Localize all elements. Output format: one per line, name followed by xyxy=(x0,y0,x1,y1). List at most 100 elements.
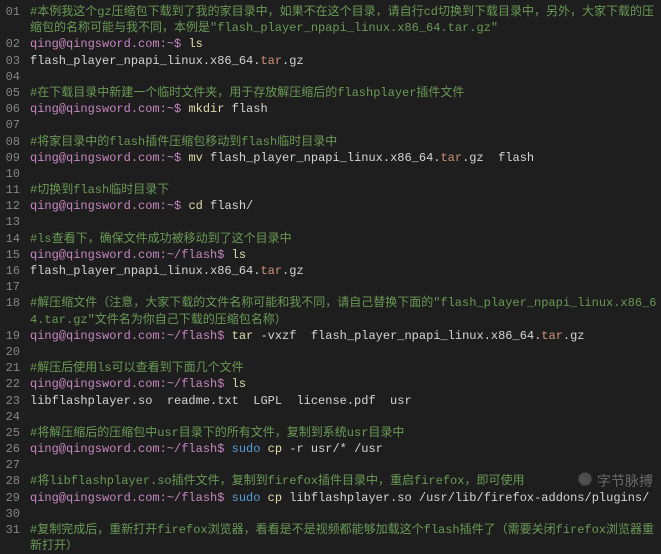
code-line: 24 xyxy=(0,409,661,425)
token-cmd: ls xyxy=(232,377,246,391)
line-content: #解压后使用ls可以查看到下面几个文件 xyxy=(30,360,657,376)
line-number: 03 xyxy=(4,53,30,69)
line-number: 25 xyxy=(4,425,30,441)
token-prm: qing@qingsword.com:~/flash$ xyxy=(30,377,232,391)
token-cmt: #解压缩文件（注意，大家下载的文件名称可能和我不同，请自己替换下面的"flash… xyxy=(30,296,656,326)
token-cmt: #解压后使用ls可以查看到下面几个文件 xyxy=(30,361,244,375)
token-pln: .gz xyxy=(282,264,304,278)
line-content: #本例我这个gz压缩包下载到了我的家目录中，如果不在这个目录，请自行cd切换到下… xyxy=(30,4,657,36)
line-number: 19 xyxy=(4,328,30,344)
line-number: 10 xyxy=(4,166,30,182)
token-prm: qing@qingsword.com:~$ xyxy=(30,199,188,213)
line-content xyxy=(30,117,657,133)
code-line: 12qing@qingsword.com:~$ cd flash/ xyxy=(0,198,661,214)
code-line: 01#本例我这个gz压缩包下载到了我的家目录中，如果不在这个目录，请自行cd切换… xyxy=(0,4,661,36)
token-pln: flash_player_npapi_linux.x86_64. xyxy=(30,54,260,68)
code-line: 13 xyxy=(0,214,661,230)
token-pln: flash/ xyxy=(203,199,253,213)
token-sudo: sudo xyxy=(232,491,261,505)
token-cmt: #将解压缩后的压缩包中usr目录下的所有文件，复制到系统usr目录中 xyxy=(30,426,404,440)
code-line: 27 xyxy=(0,457,661,473)
line-number: 18 xyxy=(4,295,30,327)
code-line: 18#解压缩文件（注意，大家下载的文件名称可能和我不同，请自己替换下面的"fla… xyxy=(0,295,661,327)
line-content xyxy=(30,506,657,522)
token-pln: libflashplayer.so readme.txt LGPL licens… xyxy=(30,394,412,408)
token-pln: .gz xyxy=(563,329,585,343)
line-number: 07 xyxy=(4,117,30,133)
line-content: #在下载目录中新建一个临时文件夹，用于存放解压缩后的flashplayer插件文… xyxy=(30,85,657,101)
line-content xyxy=(30,166,657,182)
token-cmd: cp xyxy=(268,442,282,456)
code-line: 07 xyxy=(0,117,661,133)
token-cmd: mv xyxy=(188,151,202,165)
line-number: 23 xyxy=(4,393,30,409)
token-pln: .gz flash xyxy=(462,151,534,165)
token-prm: qing@qingsword.com:~/flash$ xyxy=(30,329,232,343)
line-content: flash_player_npapi_linux.x86_64.tar.gz xyxy=(30,53,657,69)
line-number: 17 xyxy=(4,279,30,295)
code-line: 17 xyxy=(0,279,661,295)
code-line: 23libflashplayer.so readme.txt LGPL lice… xyxy=(0,393,661,409)
line-content: #ls查看下，确保文件成功被移动到了这个目录中 xyxy=(30,231,657,247)
token-pln xyxy=(260,491,267,505)
line-number: 02 xyxy=(4,36,30,52)
line-number: 15 xyxy=(4,247,30,263)
line-content: qing@qingsword.com:~/flash$ ls xyxy=(30,376,657,392)
code-line: 31#复制完成后，重新打开firefox浏览器，看看是不是视频都能够加载这个fl… xyxy=(0,522,661,554)
line-number: 22 xyxy=(4,376,30,392)
line-content xyxy=(30,69,657,85)
line-content: #解压缩文件（注意，大家下载的文件名称可能和我不同，请自己替换下面的"flash… xyxy=(30,295,657,327)
line-number: 08 xyxy=(4,134,30,150)
code-line: 05#在下载目录中新建一个临时文件夹，用于存放解压缩后的flashplayer插… xyxy=(0,85,661,101)
code-line: 03flash_player_npapi_linux.x86_64.tar.gz xyxy=(0,53,661,69)
line-number: 21 xyxy=(4,360,30,376)
token-pln: -r usr/* /usr xyxy=(282,442,383,456)
line-content: qing@qingsword.com:~/flash$ tar -vxzf fl… xyxy=(30,328,657,344)
token-pln: flash_player_npapi_linux.x86_64. xyxy=(203,151,441,165)
token-cmd: cd xyxy=(188,199,202,213)
token-pln: -vxzf flash_player_npapi_linux.x86_64. xyxy=(253,329,541,343)
line-number: 14 xyxy=(4,231,30,247)
token-cmt: #ls查看下，确保文件成功被移动到了这个目录中 xyxy=(30,232,292,246)
line-number: 31 xyxy=(4,522,30,554)
line-content xyxy=(30,344,657,360)
line-number: 06 xyxy=(4,101,30,117)
token-cmt: #将家目录中的flash插件压缩包移动到flash临时目录中 xyxy=(30,135,337,149)
line-content: qing@qingsword.com:~$ cd flash/ xyxy=(30,198,657,214)
line-content: qing@qingsword.com:~$ mv flash_player_np… xyxy=(30,150,657,166)
code-editor[interactable]: 01#本例我这个gz压缩包下载到了我的家目录中，如果不在这个目录，请自行cd切换… xyxy=(0,4,661,554)
line-number: 12 xyxy=(4,198,30,214)
line-number: 28 xyxy=(4,473,30,489)
token-prm: qing@qingsword.com:~$ xyxy=(30,37,188,51)
token-sudo: sudo xyxy=(232,442,261,456)
token-cmt: #切换到flash临时目录下 xyxy=(30,183,169,197)
code-line: 26qing@qingsword.com:~/flash$ sudo cp -r… xyxy=(0,441,661,457)
line-content: flash_player_npapi_linux.x86_64.tar.gz xyxy=(30,263,657,279)
line-content xyxy=(30,457,657,473)
token-ext: tar xyxy=(260,264,282,278)
code-line: 06qing@qingsword.com:~$ mkdir flash xyxy=(0,101,661,117)
line-content: qing@qingsword.com:~$ ls xyxy=(30,36,657,52)
token-ext: tar xyxy=(541,329,563,343)
code-line: 30 xyxy=(0,506,661,522)
line-content: #复制完成后，重新打开firefox浏览器，看看是不是视频都能够加载这个flas… xyxy=(30,522,657,554)
code-line: 20 xyxy=(0,344,661,360)
code-line: 08#将家目录中的flash插件压缩包移动到flash临时目录中 xyxy=(0,134,661,150)
line-number: 13 xyxy=(4,214,30,230)
line-content: #切换到flash临时目录下 xyxy=(30,182,657,198)
token-cmt: #在下载目录中新建一个临时文件夹，用于存放解压缩后的flashplayer插件文… xyxy=(30,86,464,100)
token-prm: qing@qingsword.com:~/flash$ xyxy=(30,248,232,262)
token-ext: tar xyxy=(260,54,282,68)
token-prm: qing@qingsword.com:~$ xyxy=(30,151,188,165)
code-line: 21#解压后使用ls可以查看到下面几个文件 xyxy=(0,360,661,376)
line-number: 30 xyxy=(4,506,30,522)
token-cmd: ls xyxy=(188,37,202,51)
line-number: 27 xyxy=(4,457,30,473)
token-cmd: cp xyxy=(268,491,282,505)
code-line: 04 xyxy=(0,69,661,85)
token-pln: flash xyxy=(224,102,267,116)
code-line: 14#ls查看下，确保文件成功被移动到了这个目录中 xyxy=(0,231,661,247)
token-cmd: mkdir xyxy=(188,102,224,116)
code-line: 22qing@qingsword.com:~/flash$ ls xyxy=(0,376,661,392)
code-line: 19qing@qingsword.com:~/flash$ tar -vxzf … xyxy=(0,328,661,344)
